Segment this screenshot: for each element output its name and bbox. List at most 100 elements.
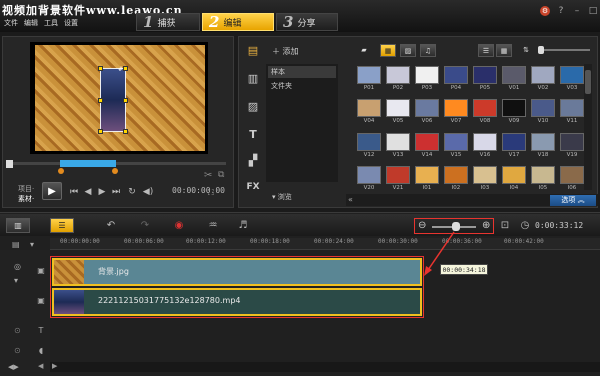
media-thumbnail[interactable]: I01 [414,165,440,194]
media-thumbnail[interactable]: V13 [385,132,411,161]
zoom-in-icon[interactable]: ⊕ [482,220,490,231]
media-thumbnail[interactable]: V21 [385,165,411,194]
video-track-icon[interactable]: ▣ [34,266,48,278]
media-thumbnail[interactable]: V01 [501,66,527,94]
transition-icon[interactable]: ▨ [246,100,260,114]
resize-handle[interactable] [123,129,128,134]
player-timecode[interactable]: 00:00:00.00 [172,186,225,198]
track-visible-icon[interactable]: ◎ [14,262,21,271]
timeline-fit-icon[interactable]: ◀▶ [8,363,19,371]
mark-in-handle[interactable] [58,168,64,174]
menu-edit[interactable]: 编辑 [24,18,38,28]
media-thumbnail[interactable]: V05 [385,99,411,127]
browse-button[interactable]: ▾ 浏览 [272,192,292,202]
title-icon[interactable]: T [246,128,260,142]
media-thumbnail[interactable]: V11 [559,99,585,127]
ripple-icon[interactable]: ▾ [14,276,18,285]
help-icon[interactable]: ? [556,6,566,16]
media-thumbnail[interactable]: V09 [501,99,527,127]
media-thumbnail[interactable]: V14 [414,132,440,161]
scrub-thumb[interactable] [6,160,13,168]
media-thumbnail[interactable]: V02 [530,66,556,94]
resize-handle[interactable] [98,98,103,103]
show-audio-button[interactable]: ♫ [420,44,436,57]
play-button[interactable]: ▶ [42,182,62,200]
home-icon[interactable]: ⏮ [68,186,80,198]
media-thumbnail[interactable]: V18 [530,132,556,161]
resize-handle[interactable] [123,66,128,71]
thumbnail-view-button[interactable]: ▦ [496,44,512,57]
resize-handle[interactable] [98,129,103,134]
storyboard-view-button[interactable]: ▥ [6,218,30,233]
media-thumbnail[interactable]: V06 [414,99,440,127]
lock-icon[interactable]: ⊙ [14,326,21,335]
scroll-right-icon[interactable]: ▶ [52,362,57,370]
overlay-track-icon[interactable]: ▣ [34,296,48,308]
auto-music-icon[interactable]: ♬ [236,219,250,232]
resize-handle[interactable] [123,98,128,103]
tab-capture[interactable]: 1 捕获 [136,13,200,31]
volume-icon[interactable]: ◀) [142,186,154,198]
media-thumbnail[interactable]: I06 [559,165,585,194]
media-thumbnail[interactable]: V17 [501,132,527,161]
copy-icon[interactable]: ⧉ [218,170,224,180]
media-thumbnail[interactable]: V03 [559,66,585,94]
resize-handle[interactable] [98,66,103,71]
voice-track-icon[interactable]: ◖ [34,346,48,358]
media-thumbnail[interactable]: I04 [501,165,527,194]
media-thumbnail[interactable]: P02 [385,66,411,94]
trim-range[interactable] [60,160,116,167]
tab-edit[interactable]: 2 编辑 [202,13,274,31]
chapter-icon[interactable]: ▾ [30,240,34,249]
mode-clip[interactable]: 素材· [18,194,34,204]
title-track-icon[interactable]: T [34,326,48,338]
media-thumbnail[interactable]: V10 [530,99,556,127]
filter-icon[interactable]: FX [246,180,260,194]
mute-icon[interactable]: ⊙ [14,346,21,355]
minimize-icon[interactable]: – [572,6,582,16]
record-icon[interactable]: ◉ [172,219,186,232]
mode-project[interactable]: 项目· [18,184,34,194]
media-thumbnail[interactable]: V16 [472,132,498,161]
maximize-icon[interactable]: □ [588,6,598,16]
folder-item-folder[interactable]: 文件夹 [268,80,336,92]
tab-share[interactable]: 3 分享 [276,13,338,31]
instant-project-icon[interactable]: ▥ [246,72,260,86]
folder-icon[interactable]: ▰ [356,44,372,57]
split-icon[interactable]: ✂ [204,170,212,181]
media-thumbnail[interactable]: P01 [356,66,382,94]
media-thumbnail[interactable]: I05 [530,165,556,194]
undo-icon[interactable]: ↶ [104,219,118,232]
track-manager-icon[interactable]: ▤ [12,240,20,249]
add-folder-button[interactable]: ＋ 添加 [272,46,299,57]
fit-project-icon[interactable]: ⊡ [498,219,512,232]
scrub-bar[interactable] [8,162,226,165]
scroll-left-icon[interactable]: ◀ [38,362,43,370]
media-thumbnail[interactable]: I03 [472,165,498,194]
media-thumbnail[interactable]: V08 [472,99,498,127]
folder-item-sample[interactable]: 样本 [268,66,336,78]
media-thumbnail[interactable]: V15 [443,132,469,161]
show-videos-button[interactable]: ▦ [380,44,396,57]
timeline-view-button[interactable]: ☰ [50,218,74,233]
prev-frame-icon[interactable]: ◀ [82,186,94,198]
audio-mixer-icon[interactable]: ♒ [206,219,220,232]
end-icon[interactable]: ⏭ [110,186,122,198]
collapse-icon[interactable]: « [348,195,358,205]
media-thumbnail[interactable]: V19 [559,132,585,161]
library-scroll-thumb[interactable] [585,70,591,94]
media-thumbnail[interactable]: P05 [472,66,498,94]
options-button[interactable]: 选项 ︽ [550,195,596,206]
redo-icon[interactable]: ↷ [138,219,152,232]
timeline-scrollbar[interactable] [50,362,600,372]
menu-tools[interactable]: 工具 [44,18,58,28]
media-thumbnail[interactable]: I02 [443,165,469,194]
media-thumbnail[interactable]: P04 [443,66,469,94]
list-view-button[interactable]: ☰ [478,44,494,57]
menu-file[interactable]: 文件 [4,18,18,28]
fullscreen-icon[interactable]: ⛶ [208,188,214,198]
show-photos-button[interactable]: ▨ [400,44,416,57]
menu-settings[interactable]: 设置 [64,18,78,28]
media-thumbnail[interactable]: P03 [414,66,440,94]
graphics-icon[interactable]: ▞ [246,154,260,168]
